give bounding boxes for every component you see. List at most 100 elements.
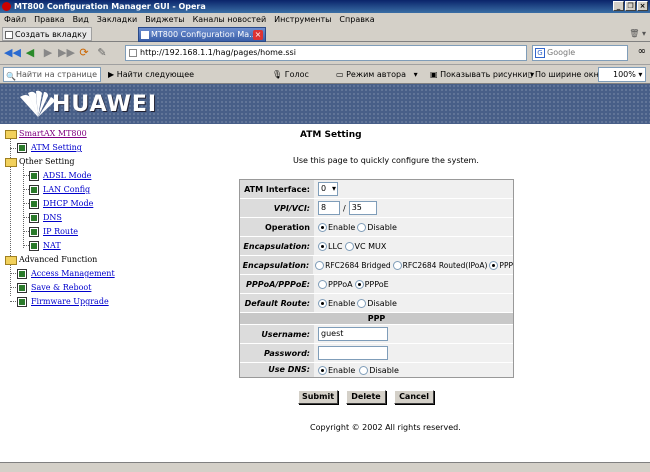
enc-llc-label: LLC — [328, 241, 343, 251]
tree-link-ip-route[interactable]: IP Route — [43, 227, 78, 236]
dns-disable-radio[interactable] — [359, 365, 369, 375]
tree-item-dhcp-mode[interactable]: DHCP Mode — [29, 198, 93, 210]
delete-button[interactable]: Delete — [346, 390, 386, 404]
page-title: ATM Setting — [300, 130, 362, 140]
atm-setting-form: ATM Interface: 0 VPI/VCI: 8 / 35 Operati… — [239, 179, 514, 378]
find-next-button[interactable]: ▶ Найти следующее — [108, 67, 194, 82]
menu-edit[interactable]: Правка — [34, 15, 64, 24]
tree-link-save-reboot[interactable]: Save & Reboot — [31, 283, 91, 292]
menu-widgets[interactable]: Виджеты — [145, 15, 184, 24]
page-icon — [17, 269, 27, 279]
page-icon — [29, 171, 39, 181]
tree-link-dhcp-mode[interactable]: DHCP Mode — [43, 199, 93, 208]
encapsulation-type-label: Encapsulation: — [240, 256, 314, 274]
folder-open-icon — [5, 129, 17, 139]
dr-enable-label: Enable — [328, 298, 356, 308]
new-tab-button[interactable]: Создать вкладку — [2, 27, 92, 41]
row-encapsulation-type: Encapsulation: RFC2684 Bridged RFC2684 R… — [240, 256, 513, 275]
edit-icon[interactable]: ✎ — [94, 45, 110, 61]
pppoa-label: PPPoA — [328, 279, 353, 289]
vci-input[interactable]: 35 — [348, 201, 377, 215]
minimize-button[interactable]: _ — [613, 1, 624, 11]
address-bar[interactable]: http://192.168.1.1/hag/pages/home.ssi — [125, 45, 527, 61]
menu-file[interactable]: Файл — [4, 15, 26, 24]
tree-item-atm-setting[interactable]: ATM Setting — [17, 142, 82, 154]
fast-forward-icon[interactable]: ▶▶ — [58, 45, 75, 61]
tree-item-firmware-upgrade[interactable]: Firmware Upgrade — [17, 296, 109, 308]
tree-link-firmware-upgrade[interactable]: Firmware Upgrade — [31, 297, 109, 306]
tree-root[interactable]: SmartAX MT800 — [5, 128, 87, 140]
tree-link-lan-config[interactable]: LAN Config — [43, 185, 90, 194]
tree-item-access-management[interactable]: Access Management — [17, 268, 115, 280]
tab-current[interactable]: MT800 Configuration Ma... × — [138, 27, 266, 42]
tree-item-dns[interactable]: DNS — [29, 212, 62, 224]
enc-bridged-radio[interactable] — [315, 260, 325, 270]
cancel-button[interactable]: Cancel — [394, 390, 434, 404]
page-icon — [29, 185, 39, 195]
page-icon — [29, 241, 39, 251]
submit-button[interactable]: Submit — [298, 390, 338, 404]
password-input[interactable] — [318, 346, 388, 360]
trash-icon[interactable]: 🗑 ▾ — [629, 29, 646, 38]
tree-item-nat[interactable]: NAT — [29, 240, 61, 252]
menu-help[interactable]: Справка — [339, 15, 374, 24]
username-label: Username: — [240, 325, 314, 343]
dr-disable-label: Disable — [367, 298, 397, 308]
fit-width-label: По ширине окна — [534, 70, 604, 79]
rewind-icon[interactable]: ◀◀ — [4, 45, 21, 61]
enc-vcmux-label: VC MUX — [354, 241, 387, 251]
op-enable-label: Enable — [328, 222, 356, 232]
op-disable-radio[interactable] — [357, 222, 367, 232]
back-icon[interactable]: ◀ — [22, 45, 38, 61]
tree-label-advanced-function: Advanced Function — [19, 255, 98, 264]
tree-link-nat[interactable]: NAT — [43, 241, 61, 250]
tree-link-access-management[interactable]: Access Management — [31, 269, 115, 278]
username-input[interactable]: guest — [318, 327, 388, 341]
enc-routed-radio[interactable] — [392, 260, 402, 270]
tree-link-atm-setting[interactable]: ATM Setting — [31, 143, 82, 152]
maximize-button[interactable]: ❐ — [625, 1, 636, 11]
show-images-button[interactable]: ▣ Показывать рисунки ▾ — [430, 67, 534, 82]
tree-item-lan-config[interactable]: LAN Config — [29, 184, 90, 196]
atm-interface-label: ATM Interface: — [240, 180, 314, 198]
enc-vcmux-radio[interactable] — [344, 241, 354, 251]
forward-icon[interactable]: ▶ — [40, 45, 56, 61]
find-toolbar: 🔍 Найти на странице ▶ Найти следующее 🎙 … — [0, 64, 650, 84]
tree-item-save-reboot[interactable]: Save & Reboot — [17, 282, 91, 294]
row-pppoa-pppoe: PPPoA/PPPoE: PPPoA PPPoE — [240, 275, 513, 294]
close-window-button[interactable]: × — [637, 1, 648, 11]
reload-icon[interactable]: ⟳ — [76, 45, 92, 61]
menu-view[interactable]: Вид — [73, 15, 89, 24]
author-mode-button[interactable]: ▭ Режим автора ▾ — [336, 67, 418, 82]
find-on-page-input[interactable]: 🔍 Найти на странице — [3, 67, 101, 82]
fit-width-button[interactable]: ▯ По ширине окна — [528, 67, 604, 82]
tree-link-dns[interactable]: DNS — [43, 213, 62, 222]
op-enable-radio[interactable] — [318, 222, 327, 232]
enc-ppp-radio[interactable] — [489, 260, 499, 270]
atm-interface-select[interactable]: 0 — [318, 182, 338, 196]
dr-enable-radio[interactable] — [318, 298, 327, 308]
pppoa-radio[interactable] — [318, 279, 327, 289]
menu-tools[interactable]: Инструменты — [274, 15, 331, 24]
opera-link-icon[interactable]: ∞ — [638, 46, 646, 57]
tree-folder-other-setting[interactable]: Other Setting — [5, 156, 75, 168]
pppoe-radio[interactable] — [354, 279, 364, 289]
menu-bookmarks[interactable]: Закладки — [97, 15, 137, 24]
tree-item-ip-route[interactable]: IP Route — [29, 226, 78, 238]
dns-enable-radio[interactable] — [318, 365, 327, 375]
close-tab-icon[interactable]: × — [253, 30, 263, 40]
folder-closed-icon — [5, 255, 17, 265]
search-field[interactable]: G Google — [532, 45, 628, 61]
enc-llc-radio[interactable] — [318, 241, 327, 251]
default-route-label: Default Route: — [240, 294, 314, 312]
show-images-label: Показывать рисунки — [440, 70, 528, 79]
tree-item-adsl-mode[interactable]: ADSL Mode — [29, 170, 91, 182]
tree-link-adsl-mode[interactable]: ADSL Mode — [43, 171, 91, 180]
voice-button[interactable]: 🎙 Голос — [272, 67, 309, 82]
huawei-banner: HUAWEI — [0, 84, 650, 124]
tree-folder-advanced-function[interactable]: Advanced Function — [5, 254, 97, 266]
zoom-select[interactable]: 100% ▾ — [598, 67, 646, 82]
vpi-input[interactable]: 8 — [318, 201, 340, 215]
menu-feeds[interactable]: Каналы новостей — [193, 15, 267, 24]
dr-disable-radio[interactable] — [357, 298, 367, 308]
